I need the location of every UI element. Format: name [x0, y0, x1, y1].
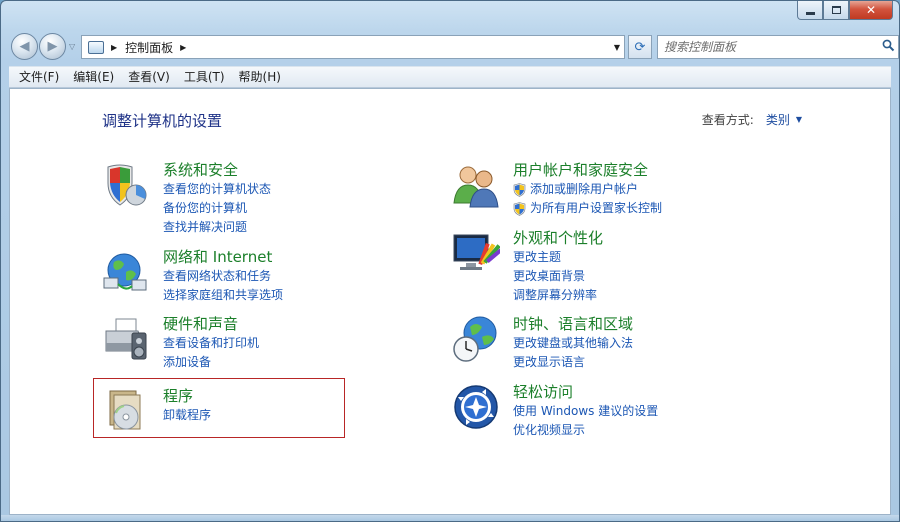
control-panel-window: ✕ ◀ ▶ ▽ ▶ 控制面板 ▶ ▼ ⟳ 文件(F) 编辑(E) 查看(V) 工…: [0, 0, 900, 522]
link-text: 添加或删除用户帐户: [530, 182, 639, 196]
menu-view[interactable]: 查看(V): [121, 67, 177, 87]
menu-bar: 文件(F) 编辑(E) 查看(V) 工具(T) 帮助(H): [9, 66, 891, 88]
link-optimize-display[interactable]: 优化视频显示: [513, 421, 658, 440]
search-input[interactable]: [664, 37, 878, 57]
link-add-device[interactable]: 添加设备: [163, 353, 259, 372]
link-screen-resolution[interactable]: 调整屏幕分辨率: [513, 286, 597, 305]
link-change-theme[interactable]: 更改主题: [513, 248, 597, 267]
category-title[interactable]: 网络和 Internet: [163, 246, 272, 267]
printer-speaker-icon[interactable]: [102, 315, 150, 363]
category-ease-of-access: 轻松访问 使用 Windows 建议的设置 优化视频显示: [452, 383, 782, 443]
programs-disc-icon[interactable]: [102, 387, 150, 435]
uac-shield-icon: [513, 183, 526, 197]
close-button[interactable]: ✕: [849, 1, 893, 20]
category-hardware-sound: 硬件和声音 查看设备和打印机 添加设备: [102, 315, 432, 375]
link-windows-recommended[interactable]: 使用 Windows 建议的设置: [513, 402, 658, 421]
link-keyboard-input[interactable]: 更改键盘或其他输入法: [513, 334, 633, 353]
category-title[interactable]: 时钟、语言和区域: [513, 313, 633, 334]
view-by-label: 查看方式:: [701, 113, 754, 127]
link-backup-computer[interactable]: 备份您的计算机: [163, 199, 271, 218]
menu-edit[interactable]: 编辑(E): [66, 67, 121, 87]
maximize-icon: [831, 6, 841, 14]
category-network-internet: 网络和 Internet 查看网络状态和任务 选择家庭组和共享选项: [102, 248, 432, 308]
users-icon[interactable]: [452, 161, 500, 209]
chevron-down-icon: ▽: [69, 42, 76, 51]
link-view-computer-status[interactable]: 查看您的计算机状态: [163, 180, 271, 199]
link-desktop-background[interactable]: 更改桌面背景: [513, 267, 597, 286]
shield-icon[interactable]: [102, 161, 150, 209]
menu-file[interactable]: 文件(F): [12, 67, 66, 87]
link-troubleshoot[interactable]: 查找并解决问题: [163, 218, 271, 237]
link-homegroup-sharing[interactable]: 选择家庭组和共享选项: [163, 286, 283, 305]
breadcrumb-separator-icon[interactable]: ▶: [111, 43, 117, 52]
category-title[interactable]: 轻松访问: [513, 381, 573, 402]
breadcrumb-control-panel[interactable]: 控制面板: [125, 39, 173, 56]
refresh-icon: ⟳: [634, 39, 646, 55]
close-icon: ✕: [865, 3, 877, 17]
monitor-paint-icon[interactable]: [452, 229, 500, 277]
category-title[interactable]: 用户帐户和家庭安全: [513, 159, 648, 180]
category-clock-language-region: 时钟、语言和区域 更改键盘或其他输入法 更改显示语言: [452, 315, 782, 375]
link-devices-printers[interactable]: 查看设备和打印机: [163, 334, 259, 353]
window-bottom-border: [1, 515, 899, 521]
category-title[interactable]: 硬件和声音: [163, 313, 238, 334]
link-display-language[interactable]: 更改显示语言: [513, 353, 633, 372]
forward-button[interactable]: ▶: [39, 33, 66, 60]
breadcrumb-separator-icon[interactable]: ▶: [180, 43, 186, 52]
category-title[interactable]: 外观和个性化: [513, 227, 603, 248]
link-parental-controls[interactable]: 为所有用户设置家长控制: [513, 199, 662, 218]
link-text: 为所有用户设置家长控制: [530, 201, 663, 215]
category-system-security: 系统和安全 查看您的计算机状态 备份您的计算机 查找并解决问题: [102, 159, 432, 234]
menu-help[interactable]: 帮助(H): [232, 67, 288, 87]
search-icon[interactable]: [878, 39, 898, 56]
clock-globe-icon[interactable]: [452, 315, 500, 363]
minimize-button[interactable]: [797, 1, 823, 20]
network-globe-icon[interactable]: [102, 248, 150, 296]
category-title[interactable]: 系统和安全: [163, 159, 238, 180]
link-uninstall-program[interactable]: 卸载程序: [163, 406, 211, 425]
ease-of-access-icon[interactable]: [452, 383, 500, 431]
search-box: [657, 35, 899, 59]
category-title[interactable]: 程序: [163, 385, 193, 406]
view-by: 查看方式: 类别 ▼: [702, 111, 802, 128]
caption-buttons: ✕: [797, 1, 893, 21]
link-add-remove-accounts[interactable]: 添加或删除用户帐户: [513, 180, 662, 199]
link-network-status[interactable]: 查看网络状态和任务: [163, 267, 283, 286]
view-by-dropdown[interactable]: 类别: [766, 111, 790, 128]
category-appearance: 外观和个性化 更改主题 更改桌面背景 调整屏幕分辨率: [452, 227, 782, 302]
maximize-button[interactable]: [823, 1, 849, 20]
content-pane: 调整计算机的设置 查看方式: 类别 ▼ 系统和安全 查看您的计算机状态 备份您的…: [9, 88, 891, 515]
chevron-down-icon[interactable]: ▼: [796, 115, 802, 124]
navigation-bar: ◀ ▶ ▽ ▶ 控制面板 ▶ ▼ ⟳: [9, 31, 899, 63]
address-bar[interactable]: ▶ 控制面板 ▶ ▼: [81, 35, 625, 59]
back-button[interactable]: ◀: [11, 33, 38, 60]
recent-pages-dropdown[interactable]: ▽: [69, 42, 75, 51]
forward-arrow-icon: ▶: [47, 39, 58, 54]
minimize-icon: [805, 11, 815, 15]
control-panel-icon: [88, 40, 104, 54]
category-user-accounts: 用户帐户和家庭安全 添加或删除用户帐户 为所有用户设置家长控制: [452, 161, 782, 221]
menu-tools[interactable]: 工具(T): [177, 67, 232, 87]
category-programs: 程序 卸载程序: [102, 387, 432, 447]
uac-shield-icon: [513, 202, 526, 216]
address-dropdown-icon[interactable]: ▼: [614, 43, 620, 52]
refresh-button[interactable]: ⟳: [628, 35, 652, 59]
back-arrow-icon: ◀: [19, 39, 30, 54]
page-title: 调整计算机的设置: [102, 112, 223, 130]
